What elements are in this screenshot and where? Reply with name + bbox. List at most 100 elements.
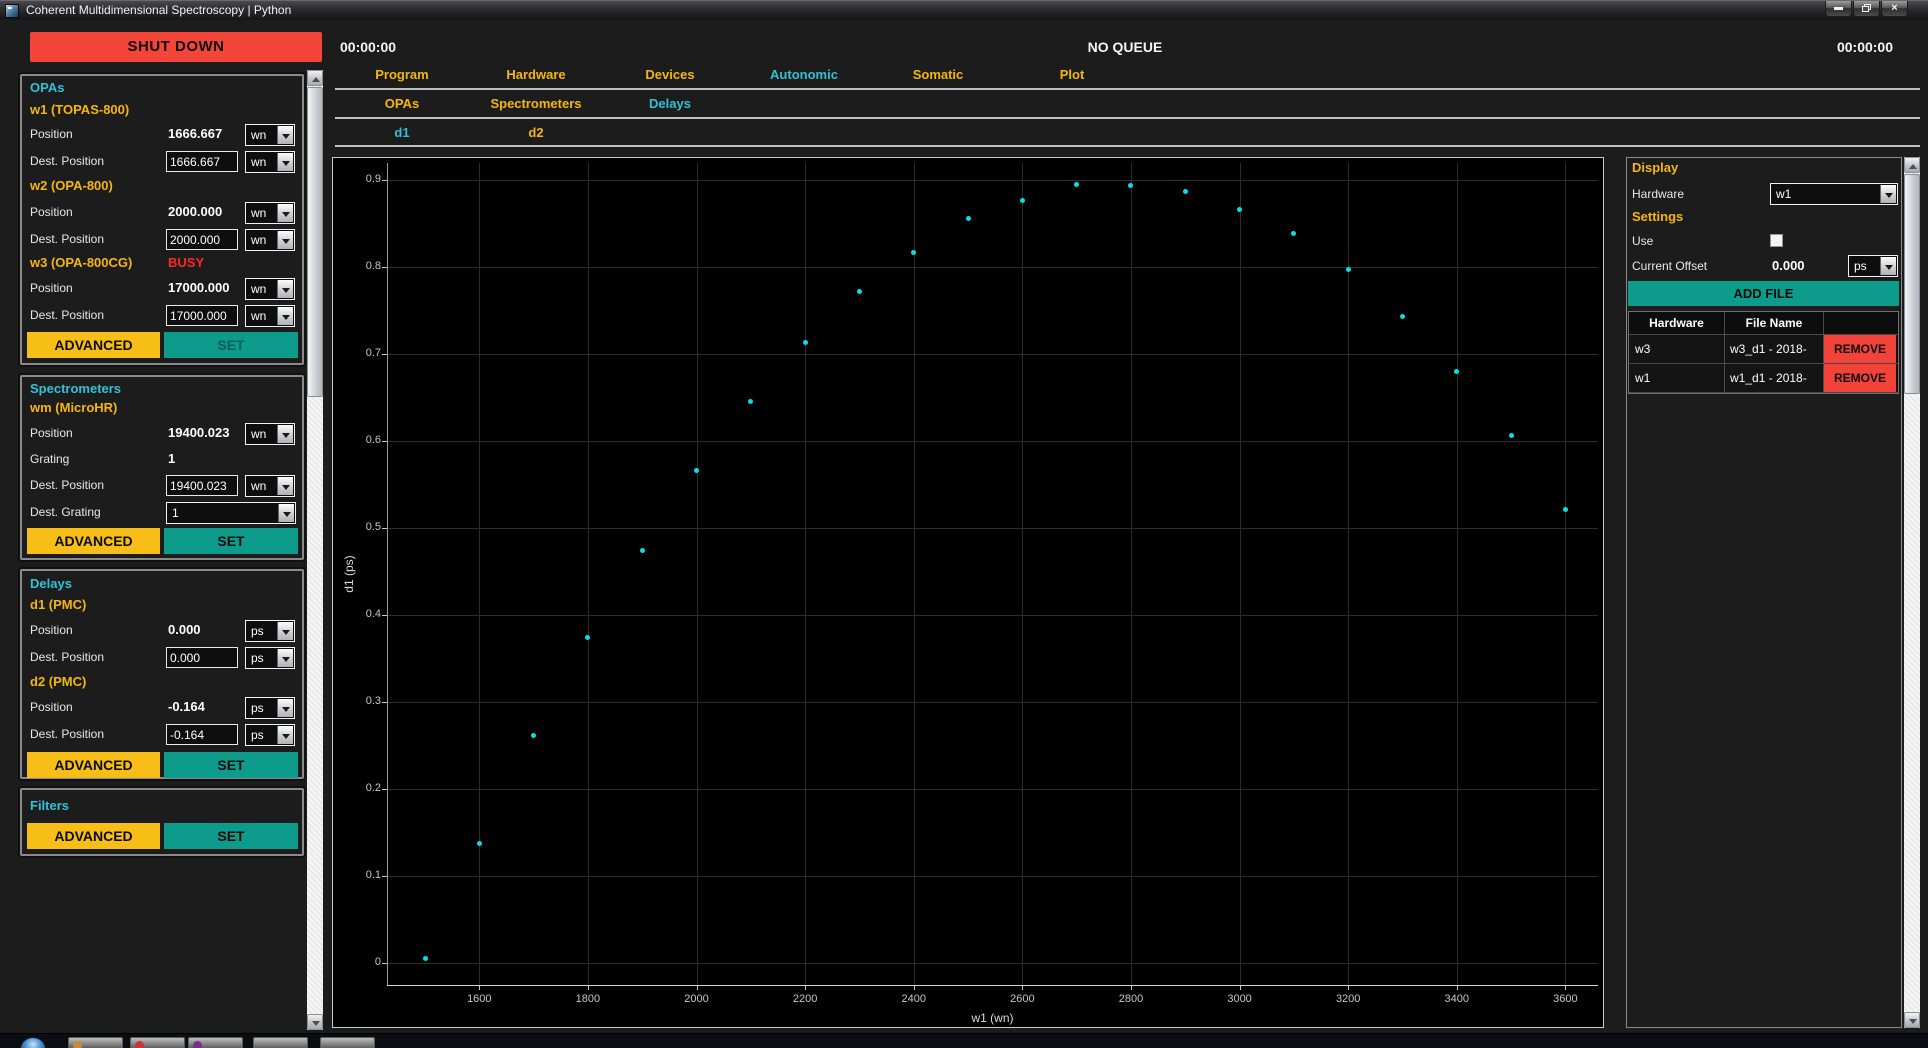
dropdown-button[interactable] [277, 280, 293, 298]
dropdown-button[interactable] [277, 307, 293, 325]
tab-hardware[interactable]: Hardware [469, 66, 603, 83]
queue-timer: 00:00:00 [1790, 39, 1893, 55]
offset-unit-select[interactable]: ps [1848, 255, 1898, 277]
grid-line-vertical [914, 163, 915, 985]
dropdown-button[interactable] [277, 425, 293, 443]
dest-position-input[interactable] [166, 724, 238, 745]
tab-program[interactable]: Program [335, 66, 469, 83]
dropdown-button[interactable] [277, 649, 293, 667]
dest-position-input[interactable] [166, 647, 238, 668]
dropdown-button[interactable] [1880, 185, 1896, 203]
chevron-down-icon [282, 433, 290, 438]
panel-scrollbar[interactable] [1904, 157, 1920, 1028]
dropdown-button[interactable] [277, 622, 293, 640]
scroll-down-button[interactable] [307, 1014, 323, 1030]
unit-select[interactable]: wn [245, 475, 295, 497]
settings-heading: Settings [1632, 209, 1683, 224]
tab-opas[interactable]: OPAs [335, 95, 469, 112]
hardware-subheading: d2 (PMC) [30, 674, 86, 689]
grid-line-horizontal [387, 615, 1598, 616]
dropdown-button[interactable] [277, 204, 293, 222]
scroll-up-button[interactable] [307, 70, 323, 86]
dest-position-input[interactable] [166, 475, 238, 496]
advanced-button[interactable]: ADVANCED [27, 752, 160, 778]
remove-button[interactable]: REMOVE [1824, 335, 1896, 363]
taskbar-app-3-icon[interactable] [188, 1037, 243, 1048]
y-axis-spine [387, 163, 388, 985]
tab-spectrometers[interactable]: Spectrometers [469, 95, 603, 112]
dropdown-button[interactable] [277, 126, 293, 144]
shut-down-button[interactable]: SHUT DOWN [30, 32, 322, 62]
tab-devices[interactable]: Devices [603, 66, 737, 83]
dropdown-button[interactable] [277, 231, 293, 249]
unit-select[interactable]: wn [245, 124, 295, 146]
scroll-down-button[interactable] [1904, 1012, 1920, 1028]
tab-delays[interactable]: Delays [603, 95, 737, 112]
unit-select[interactable]: wn [245, 278, 295, 300]
dest-grating-select[interactable]: 1 [166, 502, 296, 524]
data-point [640, 548, 645, 553]
set-button[interactable]: SET [164, 332, 298, 358]
close-button[interactable]: × [1881, 1, 1908, 17]
field-label: Dest. Grating [30, 505, 101, 519]
unit-select[interactable]: ps [245, 647, 295, 669]
plot-canvas[interactable]: 1600180020002200240026002800300032003400… [332, 157, 1604, 1028]
grid-line-vertical [479, 163, 480, 985]
unit-select[interactable]: wn [245, 423, 295, 445]
tab-autonomic[interactable]: Autonomic [737, 66, 871, 83]
unit-select[interactable]: wn [245, 151, 295, 173]
unit-select[interactable]: ps [245, 697, 295, 719]
taskbar-app-5-icon[interactable] [320, 1037, 375, 1048]
hardware-subheading: w3 (OPA-800CG) [30, 255, 132, 270]
tab-somatic[interactable]: Somatic [871, 66, 1005, 83]
set-button[interactable]: SET [164, 752, 298, 778]
field-label: Grating [30, 452, 69, 466]
grid-line-vertical [1348, 163, 1349, 985]
taskbar-app-4-icon[interactable] [253, 1037, 308, 1048]
close-icon: × [1891, 2, 1897, 14]
taskbar-app-2-icon[interactable] [130, 1037, 185, 1048]
dest-position-input[interactable] [166, 229, 238, 250]
y-tick-label: 0.3 [337, 695, 381, 707]
sidebar-scrollbar[interactable] [307, 70, 323, 1030]
use-checkbox[interactable] [1770, 234, 1783, 247]
remove-button[interactable]: REMOVE [1824, 364, 1896, 392]
scrollbar-thumb[interactable] [307, 87, 323, 397]
add-file-button[interactable]: ADD FILE [1628, 281, 1899, 306]
scrollbar-thumb[interactable] [1904, 174, 1920, 394]
hardware-cell: w3 [1629, 335, 1725, 363]
minimize-button[interactable] [1825, 1, 1852, 17]
restore-button[interactable] [1853, 1, 1880, 17]
advanced-button[interactable]: ADVANCED [27, 823, 160, 849]
set-button[interactable]: SET [164, 528, 298, 554]
dest-position-input[interactable] [166, 151, 238, 172]
position-value: 2000.000 [168, 204, 244, 219]
field-label: Position [30, 623, 73, 637]
unit-select[interactable]: wn [245, 305, 295, 327]
dest-position-input[interactable] [166, 305, 238, 326]
start-orb[interactable] [20, 1037, 46, 1048]
grid-line-vertical [805, 163, 806, 985]
set-button[interactable]: SET [164, 823, 298, 849]
dropdown-button[interactable] [278, 504, 294, 522]
unit-select[interactable]: ps [245, 620, 295, 642]
dropdown-button[interactable] [277, 477, 293, 495]
field-label: Dest. Position [30, 650, 104, 664]
dropdown-button[interactable] [277, 699, 293, 717]
data-point [911, 250, 916, 255]
dropdown-button[interactable] [277, 153, 293, 171]
advanced-button[interactable]: ADVANCED [27, 332, 160, 358]
unit-select[interactable]: wn [245, 202, 295, 224]
unit-select[interactable]: ps [245, 724, 295, 746]
hardware-select[interactable]: w1 [1770, 183, 1898, 205]
tab-d1[interactable]: d1 [335, 124, 469, 141]
taskbar-app-1-icon[interactable] [68, 1037, 123, 1048]
tab-d2[interactable]: d2 [469, 124, 603, 141]
scroll-up-button[interactable] [1904, 157, 1920, 173]
unit-select[interactable]: wn [245, 229, 295, 251]
dropdown-button[interactable] [1880, 257, 1896, 275]
tab-plot[interactable]: Plot [1005, 66, 1139, 83]
dropdown-button[interactable] [277, 726, 293, 744]
advanced-button[interactable]: ADVANCED [27, 528, 160, 554]
unit-select-value: wn [251, 427, 266, 441]
